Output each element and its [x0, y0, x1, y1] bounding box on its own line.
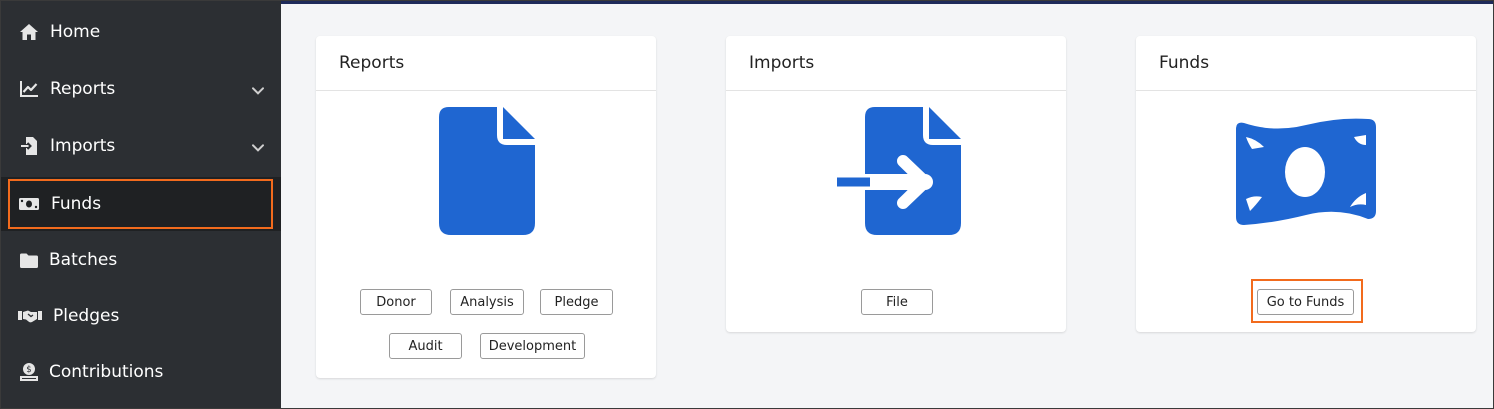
pledge-report-button[interactable]: Pledge [540, 289, 613, 315]
analysis-report-button[interactable]: Analysis [450, 289, 524, 315]
file-icon [439, 107, 535, 239]
sidebar-item-label: Contributions [49, 362, 164, 382]
app-window: Home Reports Imports Funds Batches Pledg… [0, 0, 1494, 409]
money-bill-icon [18, 193, 40, 215]
sidebar-item-reports[interactable]: Reports [1, 61, 281, 117]
sidebar-item-label: Batches [49, 250, 118, 270]
chevron-down-icon[interactable] [249, 82, 267, 100]
funds-card: Funds Go to Funds [1136, 36, 1476, 332]
sidebar-item-funds[interactable]: Funds [1, 177, 281, 231]
sidebar-item-batches[interactable]: Batches [1, 232, 281, 288]
top-accent-line [281, 1, 1493, 4]
sidebar-item-label: Reports [50, 79, 116, 99]
sidebar-item-pledges[interactable]: Pledges [1, 288, 281, 344]
card-title: Imports [726, 36, 1066, 91]
chart-line-icon [18, 78, 40, 100]
development-report-button[interactable]: Development [480, 333, 585, 359]
imports-card: Imports File [726, 36, 1066, 332]
sidebar-item-contributions[interactable]: $ Contributions [1, 344, 281, 400]
reports-card: Reports Donor Analysis Pledge Audit Deve… [316, 36, 656, 378]
money-bill-wave-icon [1234, 115, 1378, 231]
go-to-funds-button[interactable]: Go to Funds [1257, 289, 1354, 315]
sidebar-item-label: Home [50, 22, 101, 42]
donation-hand-icon: $ [18, 361, 40, 383]
card-title: Funds [1136, 36, 1476, 91]
sidebar-item-imports[interactable]: Imports [1, 118, 281, 174]
file-import-button[interactable]: File [861, 289, 933, 315]
card-title: Reports [316, 36, 656, 91]
file-import-icon [18, 135, 40, 157]
sidebar-item-label: Pledges [53, 306, 120, 326]
audit-report-button[interactable]: Audit [389, 333, 462, 359]
folder-icon [18, 249, 40, 271]
handshake-icon [17, 305, 43, 327]
svg-text:$: $ [26, 365, 31, 375]
sidebar-item-home[interactable]: Home [1, 4, 281, 60]
donor-report-button[interactable]: Donor [360, 289, 432, 315]
sidebar-item-label: Imports [50, 136, 116, 156]
home-icon [18, 21, 40, 43]
file-import-icon [829, 107, 961, 239]
sidebar-item-label: Funds [51, 194, 102, 214]
sidebar: Home Reports Imports Funds Batches Pledg… [1, 1, 281, 408]
chevron-down-icon[interactable] [249, 139, 267, 157]
